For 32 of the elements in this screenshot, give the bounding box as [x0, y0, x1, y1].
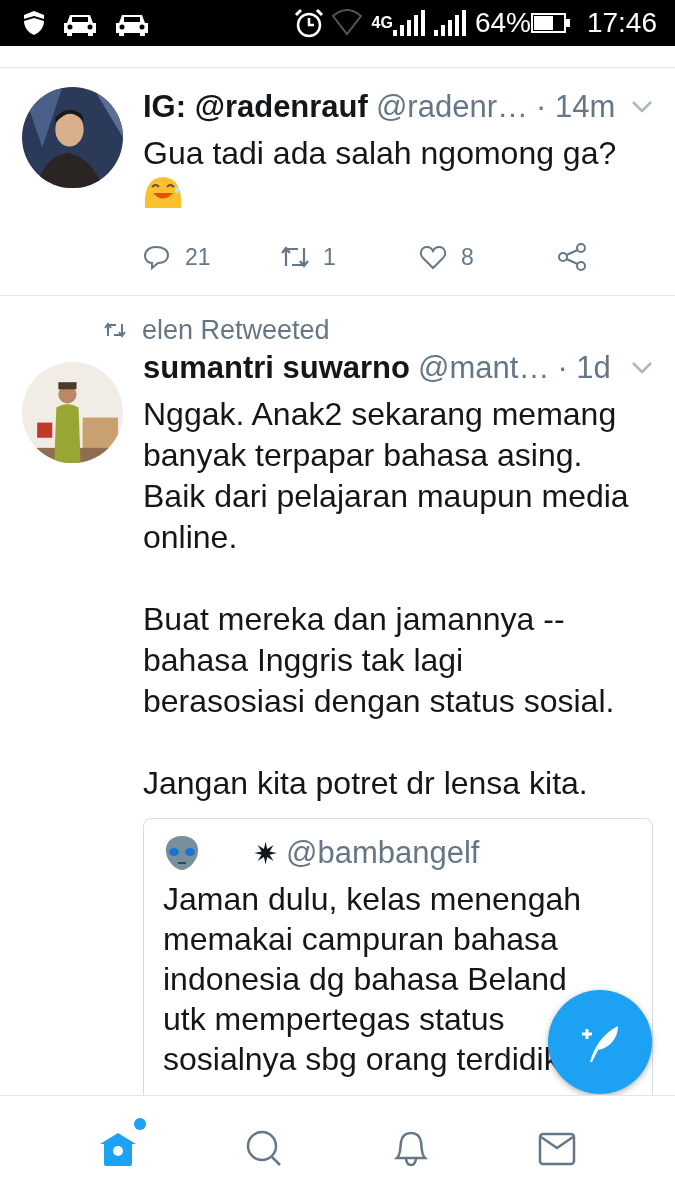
battery-percent: 64%	[474, 6, 531, 40]
quoted-handle: @bambangelf	[286, 833, 480, 872]
share-icon[interactable]	[557, 243, 587, 271]
tweet-time: · 14m	[535, 87, 616, 126]
retweet-count: 1	[323, 242, 336, 272]
alarm-clock-icon	[293, 8, 324, 38]
display-name: IG: @radenrauf	[143, 87, 368, 126]
signal-icon	[392, 10, 426, 36]
user-handle: @radenr…	[375, 87, 528, 126]
quoted-text-line: indonesia dg bahasa Beland	[163, 960, 567, 999]
tweet-text: Gua tadi ada salah ngomong ga?	[143, 134, 618, 173]
tweet-time: · 1d	[557, 348, 611, 387]
display-name: sumantri suwarno	[143, 348, 410, 387]
alien-icon	[163, 834, 201, 872]
quoted-text-line: Jaman dulu, kelas menengah	[163, 880, 582, 919]
retweet-icon	[104, 322, 126, 338]
like-count: 8	[461, 242, 474, 272]
battery-icon	[530, 12, 571, 34]
quoted-name: ✷	[253, 835, 278, 872]
network-type: 4G	[371, 13, 393, 33]
reply-icon[interactable]	[143, 243, 171, 271]
reply-count: 21	[185, 242, 211, 272]
heart-icon[interactable]	[419, 243, 447, 271]
quoted-text-line: memakai campuran bahasa	[163, 920, 558, 959]
tweet-text: Nggak. Anak2 sekarang memang banyak terpapar bahasa asing. Baik dari pelajaran maupun media online. Buat mereka dan jamannya -- bahasa Inggris tak lagi berasosiasi dengan status sosial. Jangan kita potret dr lensa kita.	[143, 395, 630, 803]
signal-icon	[433, 10, 467, 36]
retweet-label: elen Retweeted	[142, 313, 330, 347]
user-handle: @mant…	[418, 348, 550, 387]
clock-time: 17:46	[586, 6, 657, 40]
quoted-text-line: utk mempertegas status	[163, 1000, 505, 1039]
shield-icon	[22, 11, 46, 35]
wifi-icon	[331, 8, 364, 38]
